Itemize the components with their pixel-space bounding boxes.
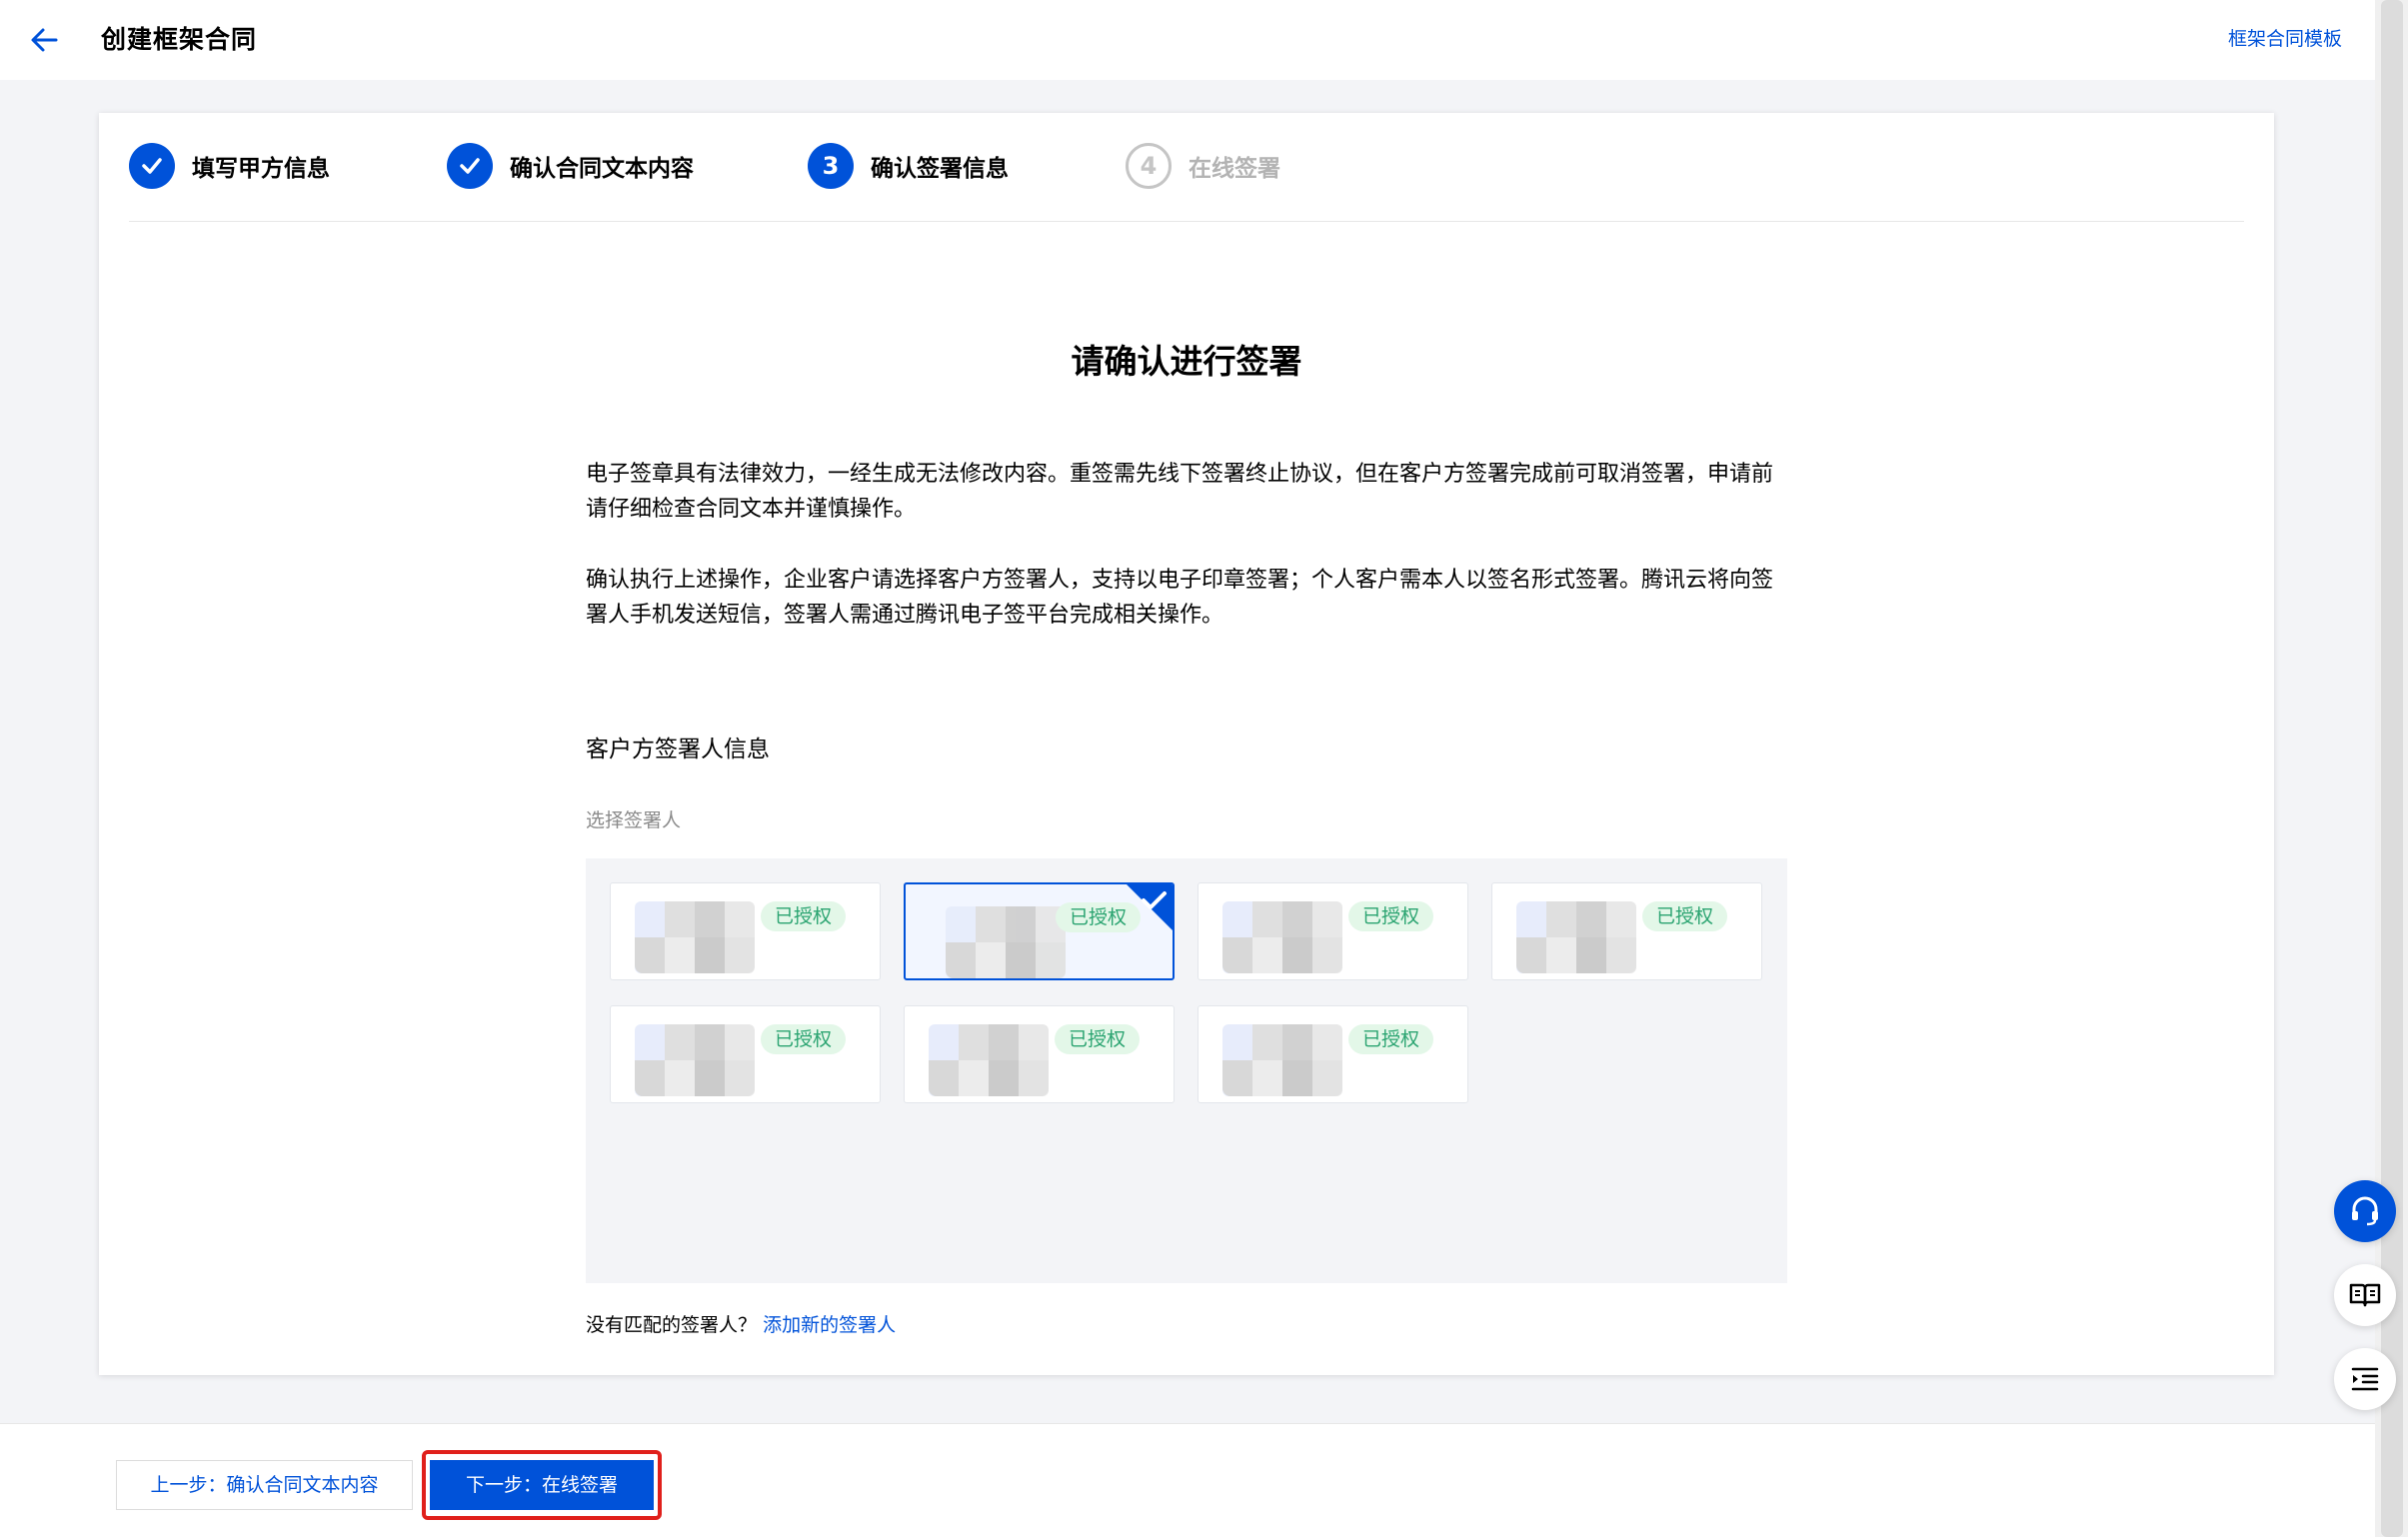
headset-icon: [2352, 1196, 2378, 1226]
step-4: 4 在线签署: [1126, 143, 1280, 189]
prev-step-button[interactable]: 上一步：确认合同文本内容: [116, 1460, 413, 1510]
authorized-badge: 已授权: [1642, 901, 1728, 931]
page-title: 创建框架合同: [101, 25, 258, 54]
step-3-number: 3: [808, 143, 854, 189]
legal-notice-paragraph: 电子签章具有法律效力，一经生成无法修改内容。重签需先线下签署终止协议，但在客户方…: [586, 462, 1774, 522]
signer-avatar: [1222, 1024, 1342, 1096]
next-step-button[interactable]: 下一步：在线签署: [430, 1460, 654, 1510]
highlight-box: 下一步：在线签署: [422, 1450, 662, 1520]
step-4-number: 4: [1126, 143, 1172, 189]
outline-button[interactable]: [2334, 1348, 2396, 1410]
signer-section-title: 客户方签署人信息: [586, 737, 770, 763]
signer-avatar: [1222, 901, 1342, 973]
check-icon: [129, 143, 175, 189]
signer-card[interactable]: 已授权: [1491, 882, 1762, 980]
step-3: 3 确认签署信息: [808, 143, 1009, 189]
step-1-label: 填写甲方信息: [192, 156, 330, 182]
signer-card-selected[interactable]: 已授权: [904, 882, 1175, 980]
signer-card[interactable]: 已授权: [610, 1005, 881, 1103]
signer-card[interactable]: 已授权: [1198, 882, 1468, 980]
signing-instruction-paragraph: 确认执行上述操作，企业客户请选择客户方签署人，支持以电子印章签署；个人客户需本人…: [586, 568, 1774, 628]
authorized-badge: 已授权: [761, 1024, 847, 1054]
signer-card[interactable]: 已授权: [904, 1005, 1175, 1103]
signer-avatar: [1516, 901, 1636, 973]
step-2-label: 确认合同文本内容: [510, 156, 694, 182]
template-link[interactable]: 框架合同模板: [2228, 24, 2342, 54]
select-signer-label: 选择签署人: [586, 809, 682, 831]
step-3-label: 确认签署信息: [871, 156, 1009, 182]
signer-card[interactable]: 已授权: [610, 882, 881, 980]
signer-card[interactable]: 已授权: [1198, 1005, 1468, 1103]
authorized-badge: 已授权: [1348, 901, 1434, 931]
signer-avatar: [946, 906, 1066, 978]
list-indent-icon: [2351, 1367, 2379, 1391]
check-icon: [447, 143, 493, 189]
signer-panel: 已授权 已授权 已授权 已授权 已授权 已授权 已授权: [586, 858, 1787, 1283]
step-2: 确认合同文本内容: [447, 143, 694, 189]
back-arrow-icon[interactable]: [26, 22, 62, 58]
signer-avatar: [635, 901, 755, 973]
no-match-row: 没有匹配的签署人？ 添加新的签署人: [586, 1310, 896, 1337]
authorized-badge: 已授权: [1055, 1024, 1141, 1054]
docs-button[interactable]: [2334, 1264, 2396, 1326]
customer-service-button[interactable]: [2334, 1180, 2396, 1242]
step-1: 填写甲方信息: [129, 143, 330, 189]
authorized-badge: 已授权: [761, 901, 847, 931]
top-header: 创建框架合同 框架合同模板: [0, 0, 2375, 80]
signer-avatar: [929, 1024, 1049, 1096]
confirm-title: 请确认进行签署: [1071, 342, 1302, 381]
selected-check-icon: [1127, 884, 1173, 930]
no-match-text: 没有匹配的签署人？: [586, 1314, 758, 1336]
steps-bar: 填写甲方信息 确认合同文本内容 3 确认签署信息 4 在线签署: [129, 113, 2244, 222]
step-4-label: 在线签署: [1189, 156, 1280, 182]
book-icon: [2349, 1283, 2381, 1307]
add-signer-link[interactable]: 添加新的签署人: [763, 1314, 896, 1336]
authorized-badge: 已授权: [1348, 1024, 1434, 1054]
main-card: 填写甲方信息 确认合同文本内容 3 确认签署信息 4 在线签署 请确认进行签署 …: [99, 113, 2274, 1375]
signer-avatar: [635, 1024, 755, 1096]
footer-bar: 上一步：确认合同文本内容 下一步：在线签署: [0, 1423, 2375, 1537]
